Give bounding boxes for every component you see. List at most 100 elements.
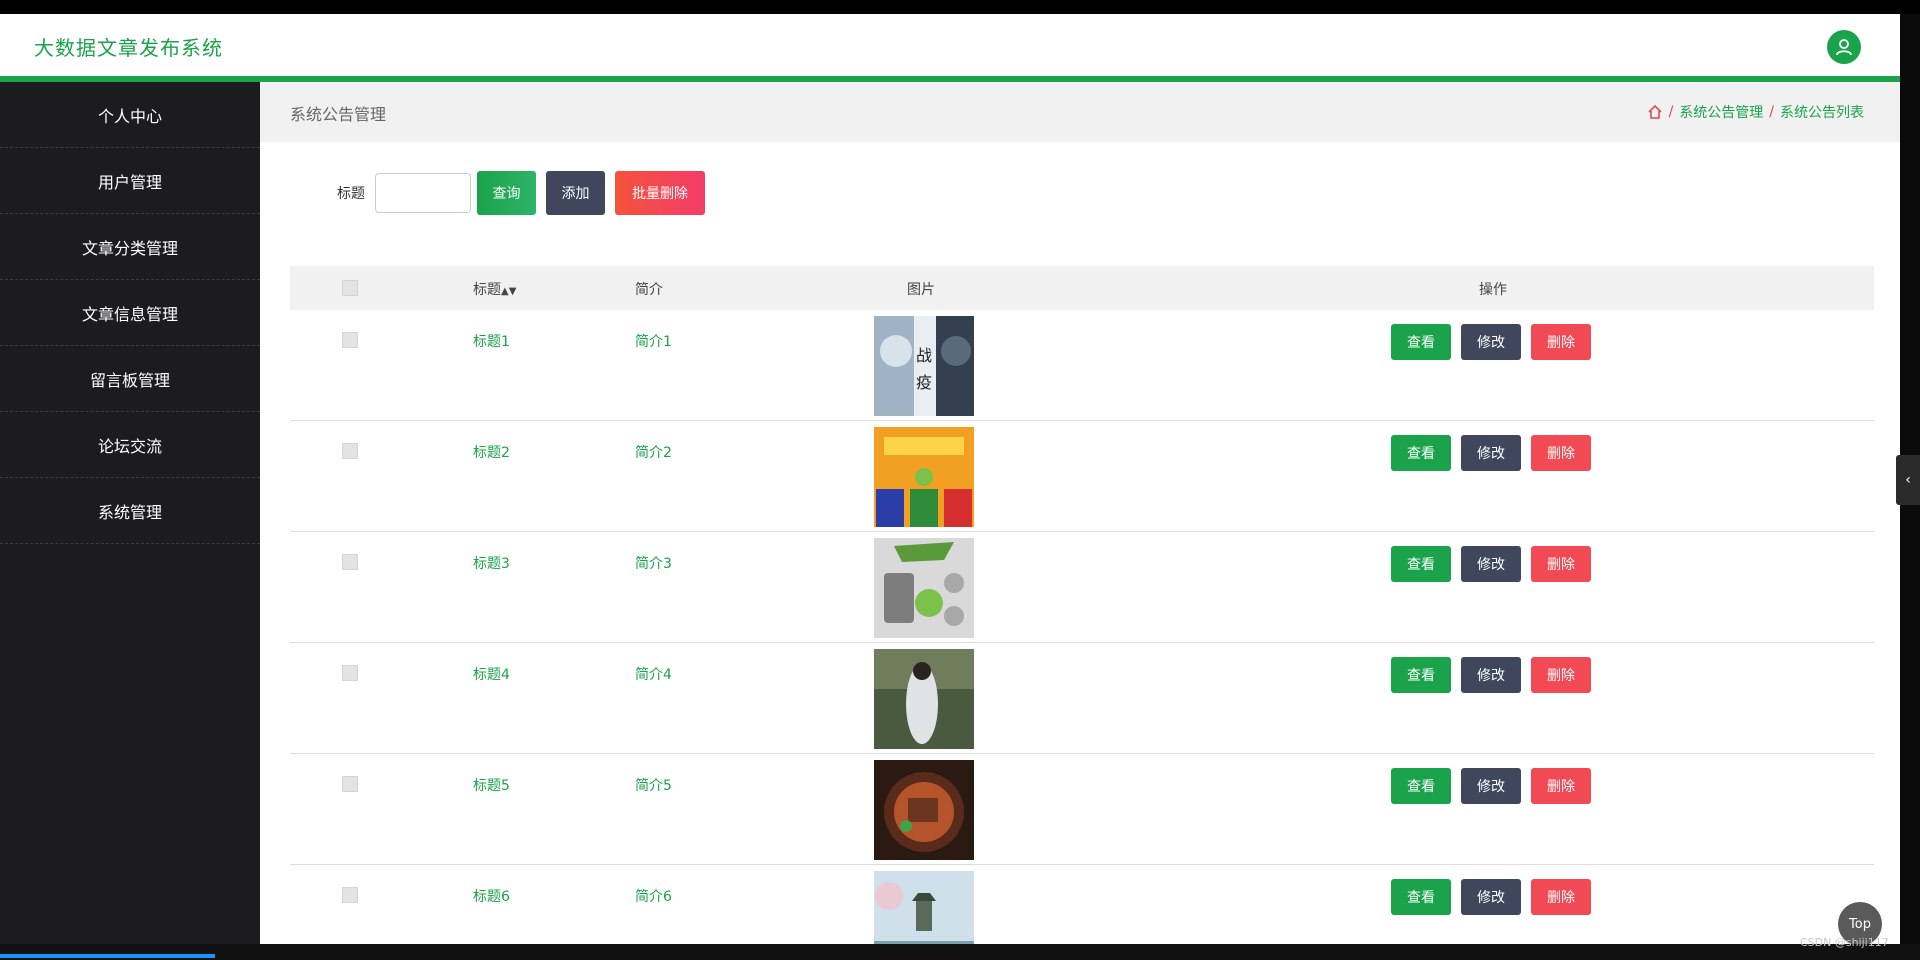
row-checkbox[interactable] [342, 665, 358, 681]
row-title: 标题6 [473, 889, 510, 905]
delete-button[interactable]: 删除 [1531, 546, 1591, 582]
row-title: 标题4 [473, 667, 510, 683]
sidebar-item-system[interactable]: 系统管理 [0, 478, 260, 544]
user-avatar[interactable] [1827, 30, 1861, 64]
svg-text:战: 战 [916, 346, 932, 365]
view-button[interactable]: 查看 [1391, 768, 1451, 804]
chevron-left-icon: ‹ [1905, 472, 1911, 488]
screen-bottom-edge [0, 944, 1920, 960]
table-header: 标题▲▼ 简介 图片 操作 [290, 266, 1874, 310]
row-image [874, 427, 974, 527]
view-button[interactable]: 查看 [1391, 657, 1451, 693]
sidebar-item-label: 个人中心 [97, 106, 162, 126]
breadcrumb-item-notice-list[interactable]: 系统公告列表 [1780, 102, 1864, 122]
column-header-image: 图片 [907, 282, 935, 298]
row-title: 标题1 [473, 334, 510, 350]
sidebar-item-label: 文章信息管理 [81, 304, 178, 324]
delete-button[interactable]: 删除 [1531, 435, 1591, 471]
row-image: 战 疫 [874, 316, 974, 416]
title-search-input[interactable] [375, 173, 471, 213]
breadcrumb-item-notice-management[interactable]: 系统公告管理 [1679, 102, 1763, 122]
sidebar-item-users[interactable]: 用户管理 [0, 148, 260, 214]
table-row: 标题1 简介1 战 疫 查看 修改 删除 [290, 310, 1874, 421]
row-checkbox[interactable] [342, 887, 358, 903]
row-title: 标题3 [473, 556, 510, 572]
svg-text:疫: 疫 [916, 373, 932, 392]
edit-button[interactable]: 修改 [1461, 879, 1521, 915]
sidebar: 个人中心 用户管理 文章分类管理 文章信息管理 留言板管理 论坛交流 系统管理 [0, 82, 260, 944]
breadcrumb-separator: / [1668, 104, 1674, 120]
row-image [874, 760, 974, 860]
progress-strip [0, 954, 215, 958]
sidebar-item-label: 留言板管理 [89, 370, 170, 390]
column-header-actions: 操作 [1479, 282, 1507, 298]
row-image [874, 871, 974, 944]
search-label: 标题 [337, 186, 365, 202]
edit-button[interactable]: 修改 [1461, 768, 1521, 804]
app-window: 大数据文章发布系统 个人中心 用户管理 文章分类管理 文章信息管理 留言板管理 … [0, 14, 1900, 944]
select-all-checkbox[interactable] [342, 280, 358, 296]
delete-button[interactable]: 删除 [1531, 879, 1591, 915]
column-header-title-label: 标题 [473, 282, 501, 298]
row-intro: 简介2 [635, 445, 672, 461]
edit-button[interactable]: 修改 [1461, 324, 1521, 360]
table-row: 标题3 简介3 查看 修改 删除 [290, 532, 1874, 643]
row-intro: 简介1 [635, 334, 672, 350]
edit-button[interactable]: 修改 [1461, 546, 1521, 582]
add-button[interactable]: 添加 [546, 171, 605, 215]
home-icon[interactable] [1647, 104, 1663, 120]
page-title: 系统公告管理 [290, 105, 387, 124]
table-row: 标题5 简介5 查看 修改 删除 [290, 754, 1874, 865]
view-button[interactable]: 查看 [1391, 435, 1451, 471]
row-checkbox[interactable] [342, 332, 358, 348]
row-checkbox[interactable] [342, 443, 358, 459]
sidebar-item-label: 论坛交流 [97, 436, 162, 456]
watermark: CSDN @shiji117 [1800, 936, 1889, 949]
main-content: 系统公告管理 / 系统公告管理 / 系统公告列表 标题 查询 添加 批量删除 标… [260, 82, 1900, 944]
row-intro: 简介4 [635, 667, 672, 683]
row-intro: 简介5 [635, 778, 672, 794]
notice-table: 标题▲▼ 简介 图片 操作 标题1 简介1 战 疫 查看 修改 删除 标题2 简… [290, 266, 1874, 944]
column-header-intro: 简介 [635, 282, 663, 298]
table-row: 标题2 简介2 查看 修改 删除 [290, 421, 1874, 532]
row-title: 标题5 [473, 778, 510, 794]
row-intro: 简介3 [635, 556, 672, 572]
sidebar-item-label: 文章分类管理 [81, 238, 178, 258]
page-header-bar: 系统公告管理 / 系统公告管理 / 系统公告列表 [260, 82, 1900, 142]
row-image [874, 649, 974, 749]
sidebar-item-messages[interactable]: 留言板管理 [0, 346, 260, 412]
delete-button[interactable]: 删除 [1531, 768, 1591, 804]
sidebar-item-label: 系统管理 [97, 502, 162, 522]
app-title: 大数据文章发布系统 [34, 36, 223, 60]
header: 大数据文章发布系统 [0, 14, 1900, 82]
row-checkbox[interactable] [342, 776, 358, 792]
view-button[interactable]: 查看 [1391, 324, 1451, 360]
row-checkbox[interactable] [342, 554, 358, 570]
side-panel-toggle[interactable]: ‹ [1896, 455, 1920, 505]
sidebar-item-label: 用户管理 [97, 172, 162, 192]
breadcrumb-separator: / [1769, 104, 1774, 120]
table-row: 标题6 简介6 查看 修改 删除 [290, 865, 1874, 944]
edit-button[interactable]: 修改 [1461, 435, 1521, 471]
query-button[interactable]: 查询 [477, 171, 536, 215]
row-image [874, 538, 974, 638]
sidebar-item-articles[interactable]: 文章信息管理 [0, 280, 260, 346]
table-row: 标题4 简介4 查看 修改 删除 [290, 643, 1874, 754]
screen-top-edge [0, 0, 1920, 14]
user-icon [1836, 39, 1852, 56]
batch-delete-button[interactable]: 批量删除 [615, 171, 705, 215]
row-intro: 简介6 [635, 889, 672, 905]
sidebar-item-article-categories[interactable]: 文章分类管理 [0, 214, 260, 280]
breadcrumb: / 系统公告管理 / 系统公告列表 [1647, 102, 1864, 122]
view-button[interactable]: 查看 [1391, 879, 1451, 915]
search-bar: 标题 查询 添加 批量删除 [337, 171, 715, 215]
delete-button[interactable]: 删除 [1531, 657, 1591, 693]
delete-button[interactable]: 删除 [1531, 324, 1591, 360]
sort-icon[interactable]: ▲▼ [501, 286, 516, 297]
row-title: 标题2 [473, 445, 510, 461]
edit-button[interactable]: 修改 [1461, 657, 1521, 693]
view-button[interactable]: 查看 [1391, 546, 1451, 582]
sidebar-item-forum[interactable]: 论坛交流 [0, 412, 260, 478]
sidebar-item-personal[interactable]: 个人中心 [0, 82, 260, 148]
column-header-title[interactable]: 标题▲▼ [473, 279, 516, 299]
